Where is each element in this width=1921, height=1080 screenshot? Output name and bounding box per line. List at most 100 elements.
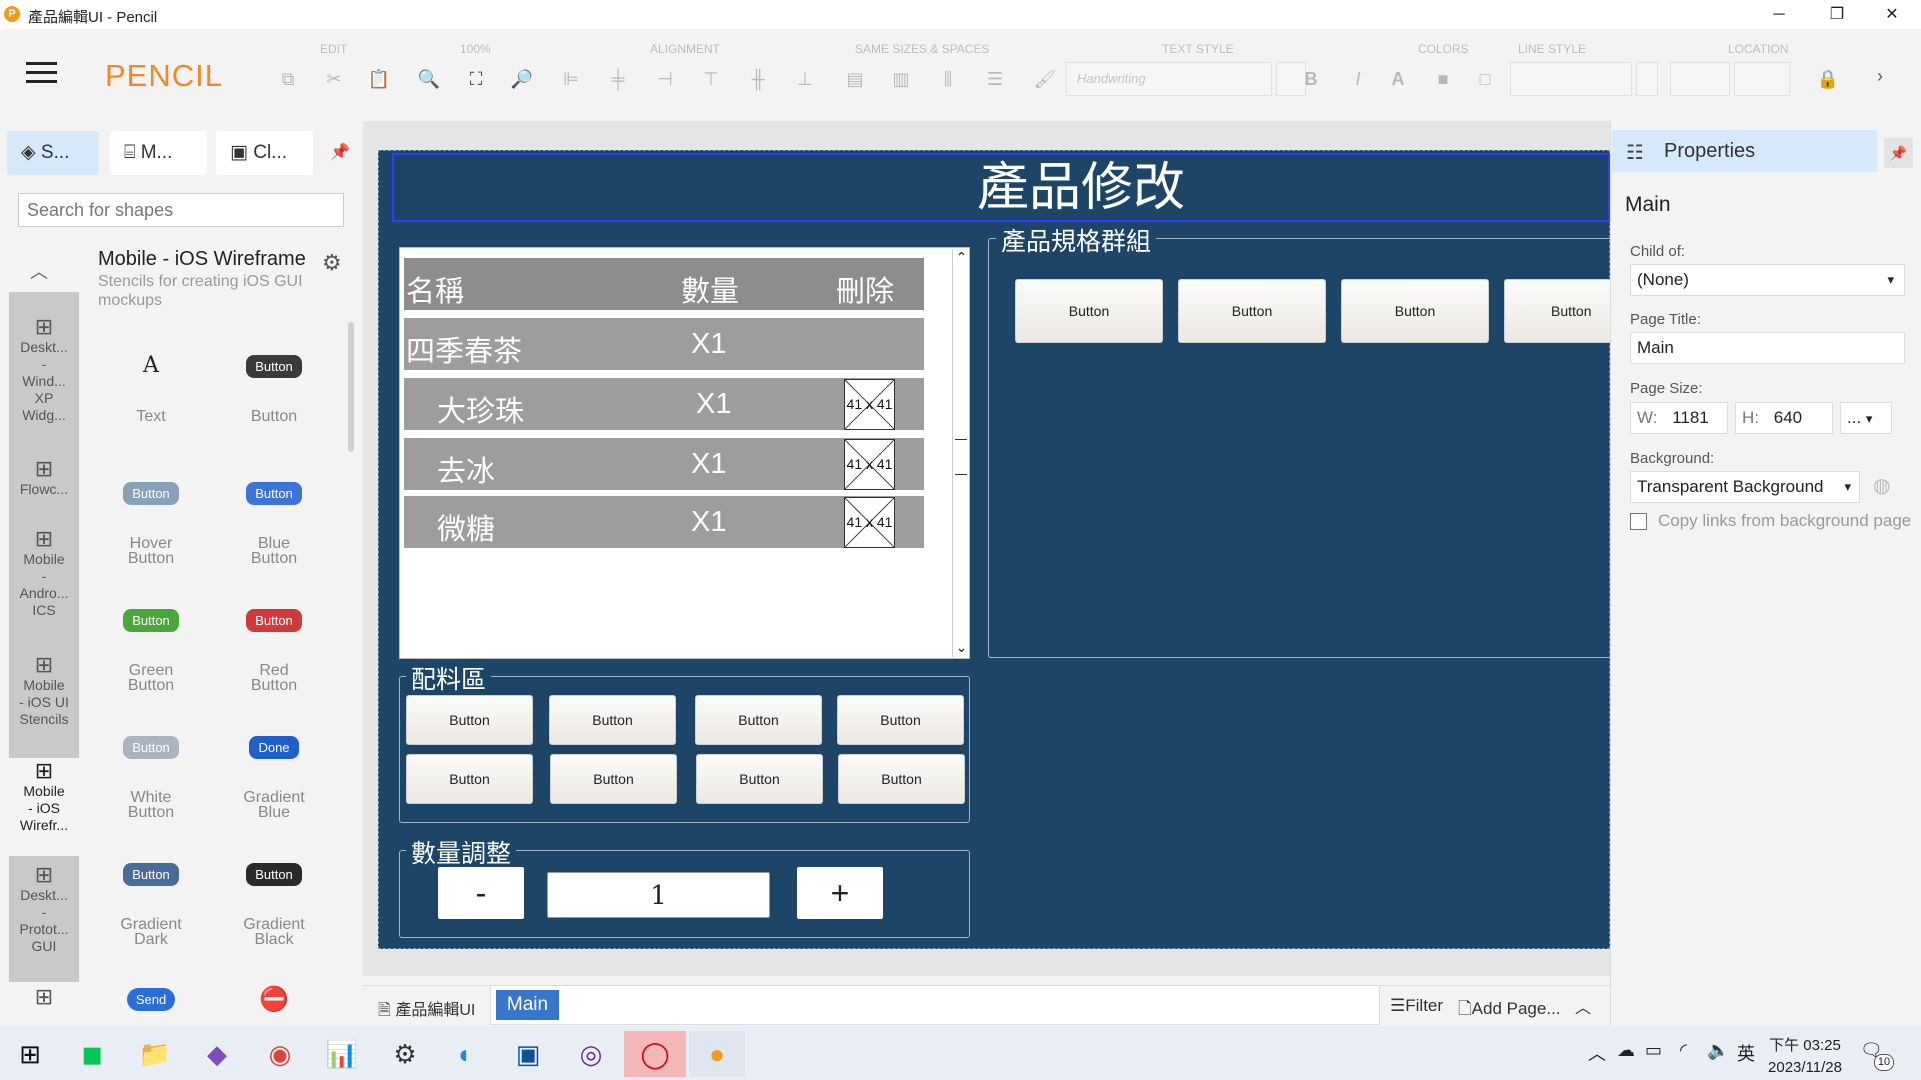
spec-button-4[interactable]: Button (1504, 279, 1610, 343)
background-select[interactable]: Transparent Background ▾ (1630, 471, 1860, 503)
category-flowchart[interactable]: ⊞ Flowc... (9, 458, 79, 498)
same-width-icon[interactable]: ▤ (842, 66, 868, 92)
document-tab[interactable]: 🗎 產品編輯UI (378, 996, 475, 1026)
settings-gear-icon[interactable]: ⚙ (380, 1031, 430, 1077)
list-item[interactable]: 微糖 X1 41 x 41 (404, 496, 924, 548)
shape-text[interactable]: A Text (91, 353, 211, 425)
zoom-out-icon[interactable]: 🔎 (509, 66, 535, 92)
quantity-plus-button[interactable]: + (797, 867, 883, 919)
topping-button-6[interactable]: Button (550, 754, 677, 804)
tray-clock[interactable]: 下午 03:25 2023/11/28 (1768, 1034, 1842, 1076)
shape-delete-icon[interactable]: ⛔ (214, 985, 334, 1014)
shape-gradient-blue[interactable]: Done Gradient Blue (214, 736, 334, 821)
delete-image-placeholder[interactable]: 41 x 41 (844, 439, 895, 490)
align-top-icon[interactable]: ⊤ (698, 66, 724, 92)
category-ios-wireframe[interactable]: ⊞ Mobile - iOS Wirefr... (9, 758, 79, 856)
copy-icon[interactable]: ⧉ (275, 66, 301, 92)
list-item[interactable]: 去冰 X1 41 x 41 (404, 438, 924, 490)
line-app-icon[interactable]: ◼ (67, 1031, 117, 1077)
network-status-icon[interactable]: ☁ (1617, 1040, 1635, 1061)
lock-icon[interactable]: 🔒 (1815, 66, 1841, 92)
topping-button-1[interactable]: Button (406, 695, 533, 745)
pin-icon[interactable]: 📌 (1884, 138, 1913, 168)
align-left-icon[interactable]: ⊫ (558, 66, 584, 92)
shapes-scrollbar[interactable] (348, 322, 354, 452)
location-y-field[interactable] (1734, 62, 1790, 96)
close-button[interactable]: ✕ (1863, 0, 1921, 29)
space-vertical-icon[interactable]: ☰ (982, 66, 1008, 92)
font-family-select[interactable]: Handwriting (1066, 62, 1272, 96)
windows-start-icon[interactable]: ⊞ (5, 1031, 55, 1077)
scroll-down-icon[interactable]: ⌄ (953, 639, 970, 656)
page-title-input[interactable]: Main (1630, 332, 1905, 364)
location-x-field[interactable] (1670, 62, 1730, 96)
tab-clipart[interactable]: ▣ Cl... (216, 131, 313, 175)
tab-shapes[interactable]: ◈ S... (7, 131, 99, 175)
file-explorer-icon[interactable]: 📁 (130, 1031, 180, 1077)
pencil-taskbar-icon[interactable]: ● (689, 1031, 745, 1077)
format-painter-icon[interactable]: 🖌 (1032, 66, 1058, 92)
category-prototype-gui[interactable]: ⊞ Deskt... - Protot... GUI (9, 864, 79, 955)
category-android-ics[interactable]: ⊞ Mobile - Andro... ICS (9, 528, 79, 619)
topping-button-5[interactable]: Button (406, 754, 533, 804)
page-tab-main[interactable]: Main (496, 990, 559, 1020)
category-ios-stencils[interactable]: ⊞ Mobile - iOS UI Stencils (9, 654, 79, 728)
space-horizontal-icon[interactable]: ⫼ (935, 66, 961, 92)
same-height-icon[interactable]: ▥ (888, 66, 914, 92)
page-header[interactable]: 產品修改 (392, 153, 1610, 222)
copy-links-checkbox[interactable] (1630, 513, 1647, 530)
window-app-icon[interactable]: ▣ (503, 1031, 553, 1077)
scroll-thumb[interactable] (955, 439, 967, 475)
tray-chevron-icon[interactable]: ︿ (1588, 1040, 1606, 1066)
battery-icon[interactable]: ▭ (1645, 1040, 1662, 1061)
text-color-icon[interactable]: A (1385, 66, 1411, 92)
align-bottom-icon[interactable]: ⊥ (792, 66, 818, 92)
line-style-select[interactable] (1510, 62, 1632, 96)
add-page-button[interactable]: 🗋Add Page... (1458, 996, 1561, 1025)
topping-button-2[interactable]: Button (549, 695, 676, 745)
chevron-up-icon[interactable]: ︿ (1575, 994, 1591, 1018)
delete-image-placeholder[interactable]: 41 x 41 (844, 497, 895, 548)
align-center-icon[interactable]: ╪ (605, 66, 631, 92)
quantity-input[interactable]: 1 (547, 872, 770, 918)
opera-icon[interactable]: ◯ (624, 1031, 686, 1077)
visual-studio-icon[interactable]: ◆ (192, 1031, 242, 1077)
list-item[interactable]: 大珍珠 X1 41 x 41 (404, 378, 924, 430)
shape-button[interactable]: Button Button (214, 355, 334, 425)
page-width-input[interactable]: W: 1181 (1630, 402, 1728, 434)
collapse-up-icon[interactable]: ︿ (30, 258, 48, 284)
edge-icon[interactable]: ◐ (441, 1031, 491, 1077)
shape-green-button[interactable]: Button Green Button (91, 609, 211, 694)
list-scrollbar[interactable]: ⌃ ⌄ (952, 249, 969, 657)
ime-indicator[interactable]: 英 (1737, 1040, 1755, 1066)
volume-icon[interactable]: 🔈 (1707, 1040, 1729, 1061)
pin-icon[interactable]: 📌 (330, 142, 350, 162)
topping-button-7[interactable]: Button (696, 754, 823, 804)
quantity-minus-button[interactable]: - (438, 867, 524, 919)
spec-button-3[interactable]: Button (1341, 279, 1489, 343)
line-width-field[interactable] (1636, 62, 1658, 96)
topping-button-8[interactable]: Button (838, 754, 965, 804)
fit-screen-icon[interactable]: ⛶ (463, 66, 489, 92)
shape-white-button[interactable]: Button White Button (91, 736, 211, 821)
child-of-select[interactable]: (None) ▾ (1630, 264, 1905, 296)
spec-button-1[interactable]: Button (1015, 279, 1163, 343)
hamburger-menu-icon[interactable] (26, 62, 57, 84)
zoom-in-icon[interactable]: 🔍 (416, 66, 442, 92)
shape-hover-button[interactable]: Button Hover Button (91, 482, 211, 567)
shape-red-button[interactable]: Button Red Button (214, 609, 334, 694)
page-height-input[interactable]: H: 640 (1735, 402, 1833, 434)
category-more[interactable]: ⊞ (9, 986, 79, 1009)
bold-icon[interactable]: B (1298, 66, 1324, 92)
spec-button-2[interactable]: Button (1178, 279, 1326, 343)
minimize-button[interactable]: ─ (1750, 0, 1808, 29)
scroll-up-icon[interactable]: ⌃ (953, 249, 970, 266)
toolbar-expand-icon[interactable]: › (1877, 66, 1883, 87)
shape-send-button[interactable]: Send (91, 988, 211, 1011)
italic-icon[interactable]: I (1345, 66, 1371, 92)
chart-app-icon[interactable]: 📊 (317, 1031, 367, 1077)
delete-image-placeholder[interactable]: 41 x 41 (844, 379, 895, 430)
stroke-color-icon[interactable]: □ (1472, 66, 1498, 92)
palette-icon[interactable]: ◍ (1873, 473, 1890, 498)
shape-gradient-dark[interactable]: Button Gradient Dark (91, 863, 211, 948)
